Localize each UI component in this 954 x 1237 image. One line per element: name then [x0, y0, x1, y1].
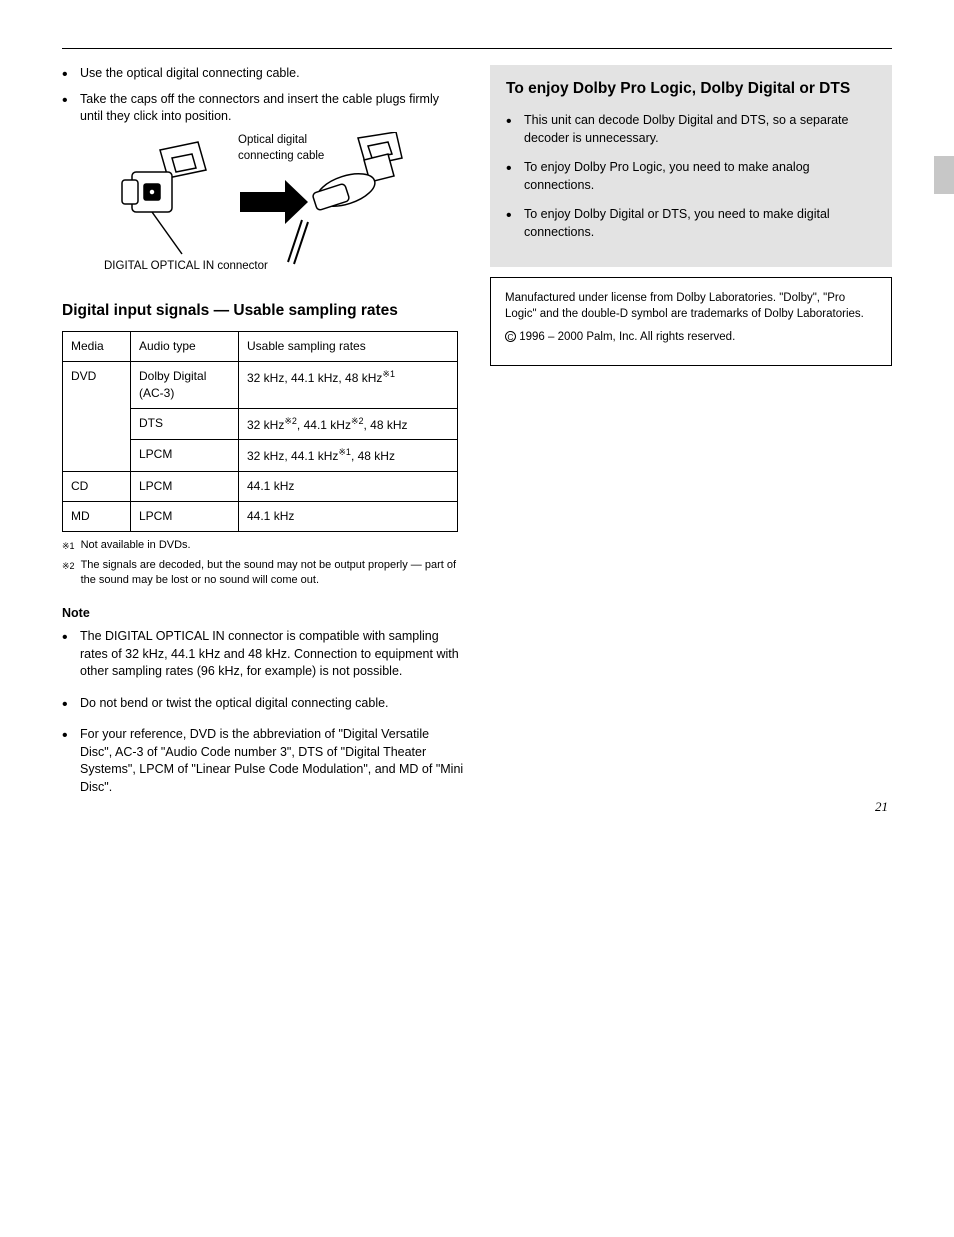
bullet-cable: Use the optical digital connecting cable… [62, 65, 464, 83]
note-item: For your reference, DVD is the abbreviat… [62, 726, 464, 796]
cell-dts: DTS [131, 408, 239, 440]
note-list: The DIGITAL OPTICAL IN connector is comp… [62, 628, 464, 796]
illustration-label-b: Optical digital connecting cable [238, 132, 338, 164]
label-connector: DIGITAL OPTICAL IN connector [104, 260, 268, 272]
sampling-title: Digital input signals — Usable sampling … [62, 300, 464, 322]
trademark-box: Manufactured under license from Dolby La… [490, 277, 892, 365]
cell-cd-lpcm: LPCM [131, 472, 239, 502]
cell-rate1: 32 kHz, 44.1 kHz, 48 kHz※1 [239, 361, 458, 408]
table-row: MD LPCM 44.1 kHz [63, 501, 458, 531]
footnotes: ※1 Not available in DVDs. ※2 The signals… [62, 538, 464, 589]
table-row: DVD Dolby Digital (AC-3) 32 kHz, 44.1 kH… [63, 361, 458, 408]
cell-md: MD [63, 501, 131, 531]
note-item: Do not bend or twist the optical digital… [62, 695, 464, 713]
th-media: Media [63, 332, 131, 362]
label-cable: Optical digital connecting cable [238, 134, 324, 162]
trademark-text: Manufactured under license from Dolby La… [505, 290, 877, 322]
illustration: DIGITAL OPTICAL IN connector Optical dig… [90, 132, 464, 292]
enjoy-item: To enjoy Dolby Digital or DTS, you need … [506, 206, 878, 241]
enjoy-item: To enjoy Dolby Pro Logic, you need to ma… [506, 159, 878, 194]
cell-lpcm: LPCM [131, 440, 239, 472]
cell-dvd: DVD [63, 361, 131, 471]
copyright-text: 1996 – 2000 Palm, Inc. All rights reserv… [519, 331, 735, 343]
note-block: Note The DIGITAL OPTICAL IN connector is… [62, 605, 464, 797]
top-rule [62, 48, 892, 49]
cell-cd-rate: 44.1 kHz [239, 472, 458, 502]
table-header-row: Media Audio type Usable sampling rates [63, 332, 458, 362]
cell-rate2: 32 kHz※2, 44.1 kHz※2, 48 kHz [239, 408, 458, 440]
arrow-icon [240, 180, 308, 224]
enjoy-item: This unit can decode Dolby Digital and D… [506, 112, 878, 147]
shaded-box: To enjoy Dolby Pro Logic, Dolby Digital … [490, 65, 892, 267]
footnote-2: ※2 The signals are decoded, but the soun… [62, 558, 464, 589]
note-item: The DIGITAL OPTICAL IN connector is comp… [62, 628, 464, 681]
enjoy-heading: To enjoy Dolby Pro Logic, Dolby Digital … [506, 79, 878, 98]
table-row: CD LPCM 44.1 kHz [63, 472, 458, 502]
page-number: 21 [875, 798, 888, 816]
illustration-label-a: DIGITAL OPTICAL IN connector [104, 258, 268, 274]
bullet-caps: Take the caps off the connectors and ins… [62, 91, 464, 292]
enjoy-list: This unit can decode Dolby Digital and D… [506, 112, 878, 241]
cell-cd: CD [63, 472, 131, 502]
footnote-1: ※1 Not available in DVDs. [62, 538, 464, 554]
left-column: Use the optical digital connecting cable… [62, 65, 464, 810]
cell-md-lpcm: LPCM [131, 501, 239, 531]
note-title: Note [62, 605, 464, 623]
footnote-1-text: Not available in DVDs. [81, 538, 464, 554]
copyright-line: C 1996 – 2000 Palm, Inc. All rights rese… [505, 329, 877, 345]
cell-dolby: Dolby Digital (AC-3) [131, 361, 239, 408]
sampling-table: Media Audio type Usable sampling rates D… [62, 331, 458, 532]
right-column: To enjoy Dolby Pro Logic, Dolby Digital … [490, 65, 892, 366]
intro-bullets: Use the optical digital connecting cable… [62, 65, 464, 292]
cell-md-rate: 44.1 kHz [239, 501, 458, 531]
copyright-icon: C [505, 331, 516, 342]
bullet-caps-text: Take the caps off the connectors and ins… [80, 92, 439, 124]
page-content: Use the optical digital connecting cable… [0, 0, 954, 850]
cell-rate3: 32 kHz, 44.1 kHz※1, 48 kHz [239, 440, 458, 472]
th-rates: Usable sampling rates [239, 332, 458, 362]
footnote-2-text: The signals are decoded, but the sound m… [81, 558, 464, 589]
th-audio: Audio type [131, 332, 239, 362]
